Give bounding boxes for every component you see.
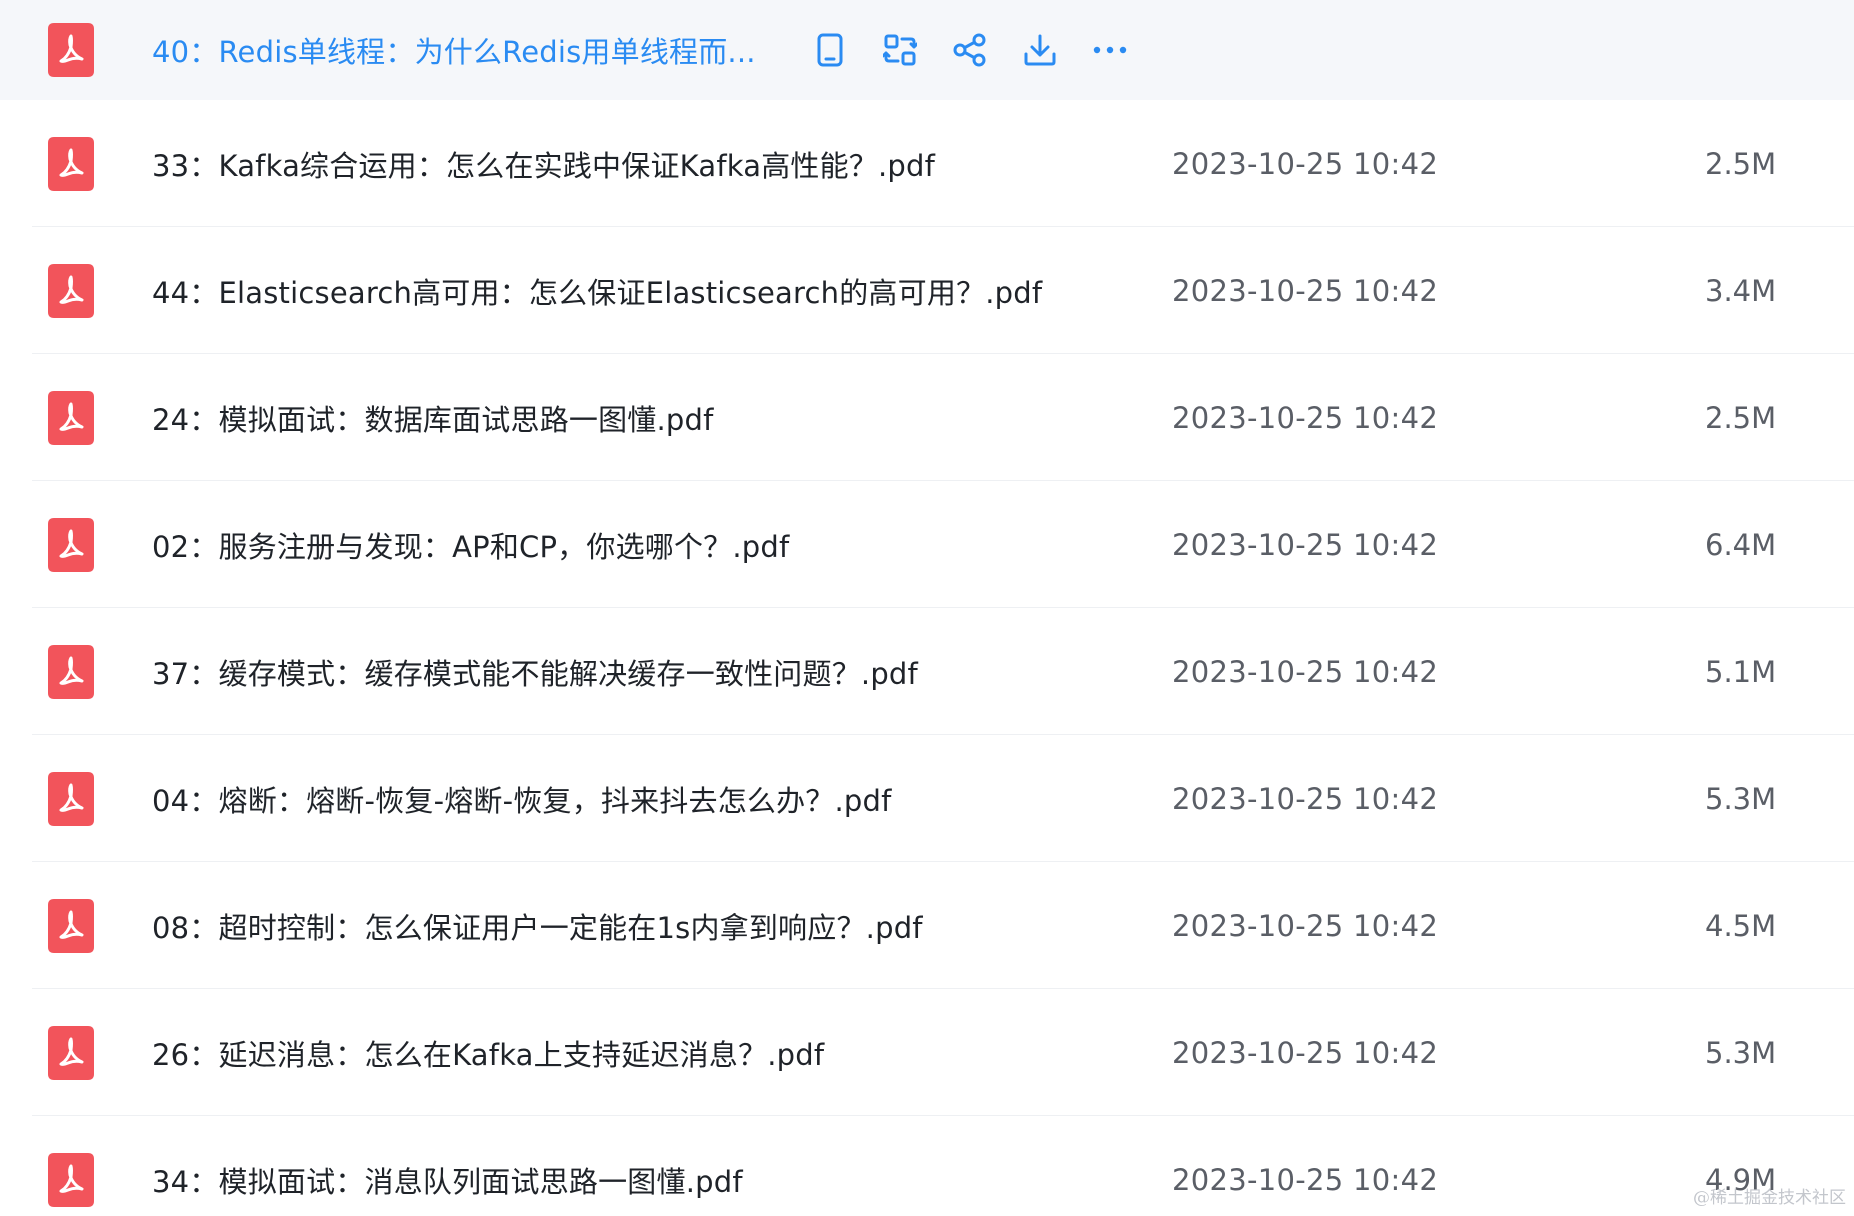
file-size: 4.5M xyxy=(1705,908,1777,943)
file-row[interactable]: 34：模拟面试：消息队列面试思路一图懂.pdf 2023-10-25 10:42… xyxy=(0,1116,1854,1216)
file-name[interactable]: 37：缓存模式：缓存模式能不能解决缓存一致性问题？.pdf xyxy=(152,651,918,693)
watermark: @稀土掘金技术社区 xyxy=(1693,1188,1846,1208)
pdf-file-icon xyxy=(48,644,94,699)
file-row[interactable]: 44：Elasticsearch高可用：怎么保证Elasticsearch的高可… xyxy=(0,227,1854,354)
pdf-file-icon xyxy=(48,517,94,572)
file-size: 2.5M xyxy=(1705,400,1777,435)
file-modified-date: 2023-10-25 10:42 xyxy=(1172,654,1439,689)
file-modified-date: 2023-10-25 10:42 xyxy=(1172,273,1439,308)
file-name[interactable]: 44：Elasticsearch高可用：怎么保证Elasticsearch的高可… xyxy=(152,270,1042,312)
file-row[interactable]: 04：熔断：熔断-恢复-熔断-恢复，抖来抖去怎么办？.pdf 2023-10-2… xyxy=(0,735,1854,862)
pdf-file-icon xyxy=(48,136,94,191)
file-name[interactable]: 24：模拟面试：数据库面试思路一图懂.pdf xyxy=(152,397,714,439)
share-icon[interactable] xyxy=(952,32,988,68)
download-icon[interactable] xyxy=(1022,32,1058,68)
file-modified-date: 2023-10-25 10:42 xyxy=(1172,908,1439,943)
file-modified-date: 2023-10-25 10:42 xyxy=(1172,781,1439,816)
pdf-file-icon xyxy=(48,1152,94,1207)
file-modified-date: 2023-10-25 10:42 xyxy=(1172,400,1439,435)
file-name[interactable]: 33：Kafka综合运用：怎么在实践中保证Kafka高性能？.pdf xyxy=(152,143,935,185)
file-size: 3.4M xyxy=(1705,273,1777,308)
file-size: 6.4M xyxy=(1705,527,1777,562)
file-name[interactable]: 02：服务注册与发现：AP和CP，你选哪个？.pdf xyxy=(152,524,789,566)
file-name[interactable]: 04：熔断：熔断-恢复-熔断-恢复，抖来抖去怎么办？.pdf xyxy=(152,778,892,820)
pdf-file-icon xyxy=(48,898,94,953)
file-row[interactable]: 08：超时控制：怎么保证用户一定能在1s内拿到响应？.pdf 2023-10-2… xyxy=(0,862,1854,989)
file-row[interactable]: 02：服务注册与发现：AP和CP，你选哪个？.pdf 2023-10-25 10… xyxy=(0,481,1854,608)
pdf-file-icon xyxy=(48,23,94,77)
file-size: 5.3M xyxy=(1705,1035,1777,1070)
file-modified-date: 2023-10-25 10:42 xyxy=(1172,1035,1439,1070)
pdf-file-icon xyxy=(48,263,94,318)
pdf-file-icon xyxy=(48,771,94,826)
row-actions xyxy=(812,32,1128,68)
pdf-file-icon xyxy=(48,390,94,445)
file-list: 40：Redis单线程：为什么Redis用单线程而... 33：Kafka综合运… xyxy=(0,0,1854,1216)
file-name[interactable]: 08：超时控制：怎么保证用户一定能在1s内拿到响应？.pdf xyxy=(152,905,923,947)
more-icon[interactable] xyxy=(1092,32,1128,68)
file-row[interactable]: 26：延迟消息：怎么在Kafka上支持延迟消息？.pdf 2023-10-25 … xyxy=(0,989,1854,1116)
file-row-hovered[interactable]: 40：Redis单线程：为什么Redis用单线程而... xyxy=(0,0,1854,100)
transfer-icon[interactable] xyxy=(882,32,918,68)
file-size: 5.3M xyxy=(1705,781,1777,816)
file-modified-date: 2023-10-25 10:42 xyxy=(1172,527,1439,562)
file-row[interactable]: 37：缓存模式：缓存模式能不能解决缓存一致性问题？.pdf 2023-10-25… xyxy=(0,608,1854,735)
file-name-link[interactable]: 40：Redis单线程：为什么Redis用单线程而... xyxy=(152,29,756,71)
file-size: 2.5M xyxy=(1705,146,1777,181)
mobile-phone-icon[interactable] xyxy=(812,32,848,68)
file-row[interactable]: 33：Kafka综合运用：怎么在实践中保证Kafka高性能？.pdf 2023-… xyxy=(0,100,1854,227)
pdf-file-icon xyxy=(48,1025,94,1080)
file-row[interactable]: 24：模拟面试：数据库面试思路一图懂.pdf 2023-10-25 10:42 … xyxy=(0,354,1854,481)
file-modified-date: 2023-10-25 10:42 xyxy=(1172,146,1439,181)
file-name[interactable]: 34：模拟面试：消息队列面试思路一图懂.pdf xyxy=(152,1159,743,1201)
file-name[interactable]: 26：延迟消息：怎么在Kafka上支持延迟消息？.pdf xyxy=(152,1032,824,1074)
file-size: 5.1M xyxy=(1705,654,1777,689)
file-modified-date: 2023-10-25 10:42 xyxy=(1172,1162,1439,1197)
